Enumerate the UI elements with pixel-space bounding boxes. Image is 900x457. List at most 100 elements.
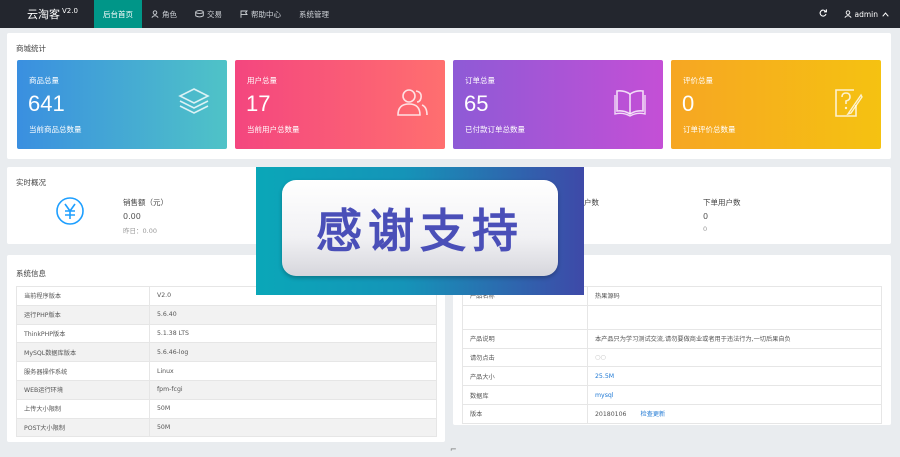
table-cell-key: 数据库 [462,385,588,405]
table-cell-value: 热果源码 [587,286,882,306]
partial-label: 户数 [584,198,599,207]
app-version: V2.0 [62,7,78,15]
table-cell-value: Linux [149,361,437,381]
card-label: 用户总量 [247,76,277,85]
card-value: 17 [246,91,271,116]
card-label: 商品总量 [29,76,59,85]
nav-item-trade[interactable]: 交易 [186,0,231,28]
order-users-prev: 0 [703,225,708,233]
nav-item-role[interactable]: 角色 [142,0,186,28]
user-icon [843,10,852,18]
order-users-value: 0 [703,212,709,221]
table-row: 版本 20180106 检查更新 [462,403,882,424]
layers-icon [178,88,210,114]
refresh-button[interactable] [819,8,827,20]
table-cell-key [462,304,588,330]
product-info-table: 产品名称 热果源码 产品说明 本产品只为学习测试交流,请勿要做商业或者用于违法行为,… [462,286,882,424]
table-cell-key: 当前程序版本 [16,286,150,306]
hidden-link[interactable]: ○○ [595,354,606,361]
stat-card-orders[interactable]: 订单总量 65 已付款订单总数量 [453,60,663,149]
users-icon [397,89,428,116]
table-cell-key: 服务器操作系统 [16,361,150,381]
table-row [462,304,882,330]
stat-card-products[interactable]: 商品总量 641 当前商品总数量 [17,60,227,149]
card-value: 65 [464,91,489,116]
app-name: 云淘客 [27,8,60,21]
table-row: 产品说明 本产品只为学习测试交流,请勿要做商业或者用于违法行为,一切后果自负 [462,328,882,349]
users-partial-label: 户数 [584,197,599,208]
table-cell-value: 本产品只为学习测试交流,请勿要做商业或者用于违法行为,一切后果自负 [587,328,882,349]
table-cell-value: 50M [149,417,437,438]
nav-item-label: 交易 [207,9,222,19]
table-cell-key: ThinkPHP版本 [16,323,150,344]
card-value: 641 [28,91,65,116]
panel-title: 系统信息 [16,269,46,278]
table-cell-key: MySQL数据库版本 [16,342,150,363]
flag-icon [240,10,248,18]
table-cell-key: 产品说明 [462,328,588,349]
table-cell-key: WEB运行环境 [16,379,150,400]
table-cell-value: 5.6.46-log [149,342,437,363]
card-label: 订单总量 [465,76,495,85]
table-row: 运行PHP版本 5.6.40 [16,304,437,325]
table-cell-value: 5.6.40 [149,304,437,325]
table-row: 数据库 mysql [462,385,882,405]
stat-card-users[interactable]: 用户总量 17 当前用户总数量 [235,60,445,149]
username: admin [854,9,879,19]
panel-title: 商城统计 [16,44,46,53]
table-row: MySQL数据库版本 5.6.46-log [16,342,437,363]
database-icon [195,10,204,18]
yuan-icon [56,197,84,225]
order-users-block: 下单用户数 0 0 [703,197,741,233]
table-cell-key: POST大小限制 [16,417,150,438]
sales-label: 销售额（元） [123,198,168,207]
nav-item-home[interactable]: 后台首页 [94,0,142,28]
card-subtitle: 当前商品总数量 [29,125,82,134]
sales-value: 0.00 [123,212,141,221]
order-users-label: 下单用户数 [703,198,741,207]
refresh-icon [819,8,827,17]
stat-card-reviews[interactable]: 评价总量 0 订单评价总数量 [671,60,881,149]
table-row: 服务器操作系统 Linux [16,361,437,381]
nav-item-help[interactable]: 帮助中心 [231,0,290,28]
nav-item-label: 角色 [162,9,177,19]
table-cell-key: 产品大小 [462,366,588,387]
book-icon [614,90,646,117]
table-cell-value: 5.1.38 LTS [149,323,437,344]
user-icon [151,10,159,18]
nav-item-system[interactable]: 系统管理 [290,0,338,28]
card-value: 0 [682,91,695,116]
table-row: ThinkPHP版本 5.1.38 LTS [16,323,437,344]
card-subtitle: 当前用户总数量 [247,125,300,134]
main-nav: 后台首页 角色 交易 帮助中心 系统管理 [94,0,338,28]
user-menu[interactable]: admin [843,9,893,19]
top-right-tools: admin [819,0,900,28]
table-cell-value: mysql [587,385,882,405]
chevron-up-icon [882,11,889,17]
table-row: POST大小限制 50M [16,417,437,438]
top-navbar: 云淘客 V2.0 后台首页 角色 交易 帮助中心 系统管理 admin [0,0,900,28]
table-row: 上传大小限制 50M [16,398,437,419]
table-cell-value: fpm-fcgi [149,379,437,400]
card-label: 评价总量 [683,76,713,85]
panel-title: 实时概况 [16,178,46,187]
app-logo[interactable]: 云淘客 V2.0 [0,0,94,28]
nav-item-label: 后台首页 [103,9,133,19]
check-update-link[interactable]: 检查更新 [641,411,666,418]
table-cell-value[interactable]: ○○ [587,347,882,368]
sales-block: 销售额（元） 0.00 昨日：0.00 [123,197,168,235]
table-cell-key: 版本 [462,403,588,424]
size-value: 25.5M [595,372,615,380]
table-cell-value: 25.5M [587,366,882,387]
table-cell-value [587,304,882,330]
card-subtitle: 已付款订单总数量 [465,125,525,134]
table-row: 请勿点击 ○○ [462,347,882,368]
sales-yesterday: 昨日：0.00 [123,227,157,235]
help-edit-icon [835,89,863,117]
nav-item-label: 系统管理 [299,9,329,19]
table-cell-key: 运行PHP版本 [16,304,150,325]
card-subtitle: 订单评价总数量 [683,125,736,134]
table-cell-value: 20180106 检查更新 [587,403,882,424]
system-info-table: 当前程序版本 V2.0 运行PHP版本 5.6.40 ThinkPHP版本 5.1.3… [16,286,437,438]
banner-text: 感谢支持 [316,204,524,258]
